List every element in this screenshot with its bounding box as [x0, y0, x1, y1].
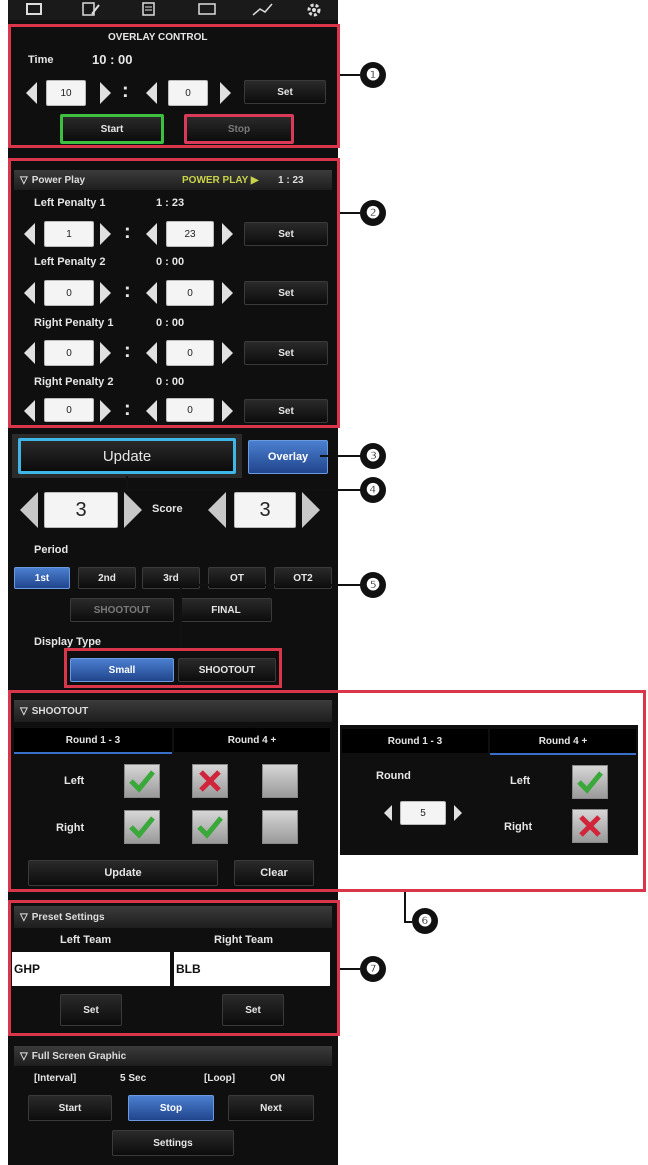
full-screen-header-label: Full Screen Graphic	[31, 1050, 127, 1062]
callout-1-line	[340, 74, 360, 76]
callout-6-line-h	[404, 921, 412, 923]
highlight-display-type	[64, 648, 282, 688]
full-screen-next-button[interactable]: Next	[228, 1095, 314, 1121]
right-score-increment-arrow[interactable]	[302, 492, 320, 528]
loop-label: [Loop]	[204, 1073, 236, 1084]
callout-3-line	[320, 455, 362, 457]
period-label: Period	[34, 544, 69, 556]
right-score-input[interactable]: 3	[234, 492, 296, 528]
callout-3: ❸	[360, 443, 386, 469]
period-1st-button[interactable]: 1st	[14, 567, 70, 589]
full-screen-stop-button[interactable]: Stop	[128, 1095, 214, 1121]
gear-icon[interactable]	[306, 2, 322, 18]
notes-icon[interactable]	[142, 2, 160, 16]
callout-1: ❶	[360, 62, 386, 88]
score-label: Score	[152, 503, 183, 515]
callout-5-line-v	[180, 584, 182, 648]
highlight-preset-settings	[8, 900, 340, 1036]
left-score-input[interactable]: 3	[44, 492, 118, 528]
period-2nd-button[interactable]: 2nd	[78, 567, 136, 589]
edit-icon[interactable]	[82, 2, 100, 16]
left-score-decrement-arrow[interactable]	[20, 492, 38, 528]
overlay-button[interactable]: Overlay	[248, 440, 328, 474]
right-score-decrement-arrow[interactable]	[208, 492, 226, 528]
interval-value: 5 Sec	[120, 1073, 147, 1084]
update-button[interactable]: Update	[18, 438, 236, 474]
signal-icon[interactable]	[252, 2, 274, 16]
highlight-power-play	[8, 158, 340, 428]
callout-5: ❺	[360, 572, 386, 598]
callout-2-line	[340, 212, 360, 214]
interval-label: [Interval]	[34, 1073, 77, 1084]
toolbar	[8, 0, 338, 20]
callout-7: ❼	[360, 956, 386, 982]
collapse-triangle-icon: ▽	[20, 1050, 28, 1062]
callout-4: ❹	[360, 477, 386, 503]
period-shootout-button[interactable]: SHOOTOUT	[70, 598, 174, 622]
callout-5-line-h	[180, 584, 362, 586]
screen-icon[interactable]	[26, 2, 42, 16]
callout-4-line-h	[126, 489, 362, 491]
full-screen-settings-button[interactable]: Settings	[112, 1130, 234, 1156]
callout-2: ❷	[360, 200, 386, 226]
full-screen-graphic-header[interactable]: ▽ Full Screen Graphic	[14, 1046, 332, 1066]
period-final-button[interactable]: FINAL	[180, 598, 272, 622]
display-icon[interactable]	[198, 2, 216, 16]
display-type-label: Display Type	[34, 636, 102, 648]
highlight-shootout	[8, 690, 646, 892]
callout-6: ❻	[412, 908, 438, 934]
callout-6-line-v	[404, 892, 406, 922]
highlight-overlay-control	[8, 24, 340, 148]
callout-4-line	[126, 476, 128, 490]
left-score-increment-arrow[interactable]	[124, 492, 142, 528]
callout-7-line	[340, 968, 360, 970]
loop-value: ON	[270, 1073, 285, 1084]
full-screen-start-button[interactable]: Start	[28, 1095, 112, 1121]
